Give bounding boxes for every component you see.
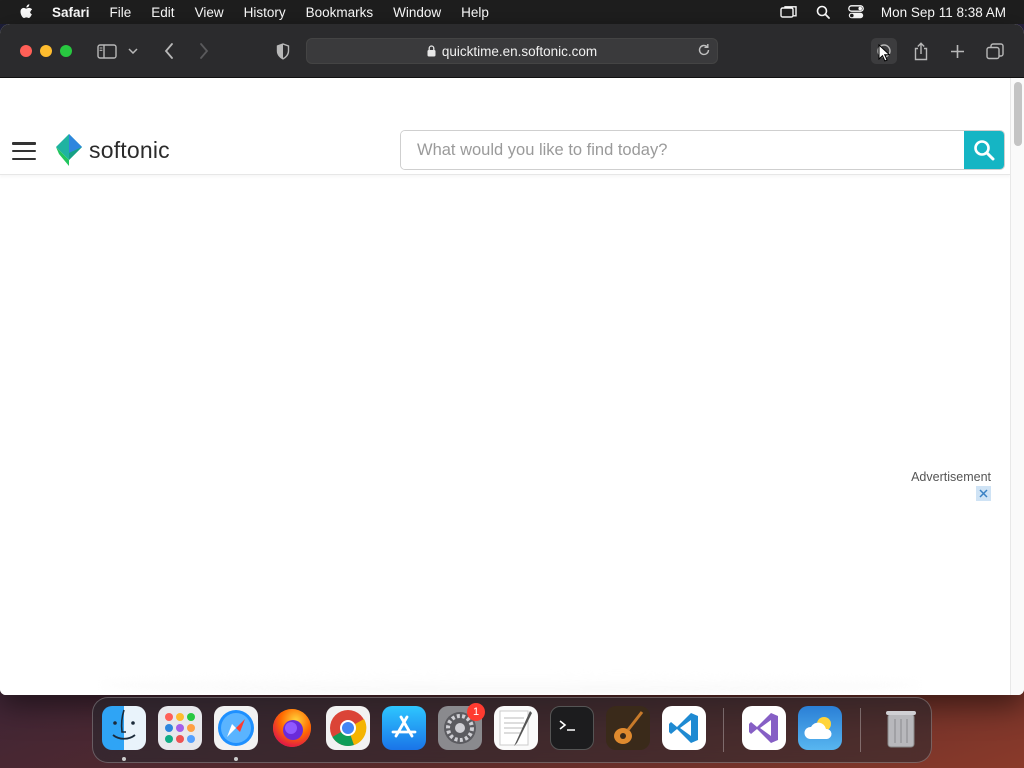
zoom-window-button[interactable] [60, 45, 72, 57]
close-icon [979, 489, 988, 498]
new-tab-icon[interactable] [944, 38, 970, 64]
apple-menu-icon[interactable] [0, 4, 52, 20]
menu-history[interactable]: History [234, 5, 296, 20]
safari-window: quicktime.en.softonic.com softonic What … [0, 24, 1024, 695]
softonic-logo[interactable]: softonic [55, 133, 170, 167]
reload-icon[interactable] [697, 43, 711, 57]
menu-window[interactable]: Window [383, 5, 451, 20]
logo-text: softonic [89, 136, 170, 163]
menu-help[interactable]: Help [451, 5, 499, 20]
web-page: softonic Advertisement [0, 78, 1010, 695]
search-bar [400, 130, 1005, 170]
hamburger-menu-icon[interactable] [12, 142, 36, 160]
screen-mirroring-icon[interactable] [771, 5, 807, 19]
safari-running-indicator [234, 757, 238, 761]
app-store-icon[interactable] [382, 706, 426, 750]
menu-edit[interactable]: Edit [141, 5, 184, 20]
launchpad-icon[interactable] [158, 706, 202, 750]
search-input[interactable] [401, 131, 964, 169]
weather-icon[interactable] [798, 706, 842, 750]
terminal-icon[interactable] [550, 706, 594, 750]
vscode-icon[interactable] [662, 706, 706, 750]
menu-clock[interactable]: Mon Sep 11 8:38 AM [873, 5, 1024, 20]
chrome-icon[interactable] [326, 706, 370, 750]
search-button[interactable] [964, 131, 1004, 169]
dock-separator [723, 708, 724, 752]
browser-toolbar: quicktime.en.softonic.com [0, 24, 1024, 78]
menu-view[interactable]: View [185, 5, 234, 20]
privacy-shield-icon[interactable] [270, 38, 296, 64]
forward-icon[interactable] [191, 38, 217, 64]
chevron-down-icon[interactable] [123, 38, 143, 64]
site-header: softonic [0, 78, 1010, 175]
garageband-icon[interactable] [606, 706, 650, 750]
trash-icon[interactable] [879, 706, 923, 750]
spotlight-search-icon[interactable] [807, 5, 839, 19]
menu-file[interactable]: File [100, 5, 142, 20]
safari-icon[interactable] [214, 706, 258, 750]
notification-badge: 1 [467, 703, 485, 721]
sidebar-toggle-icon[interactable] [94, 38, 120, 64]
scrollbar-thumb[interactable] [1014, 82, 1022, 146]
menu-app-name[interactable]: Safari [52, 5, 100, 20]
address-bar[interactable]: quicktime.en.softonic.com [306, 38, 718, 64]
ad-close-button[interactable] [976, 486, 991, 501]
mouse-cursor-icon [878, 43, 891, 67]
tab-overview-icon[interactable] [982, 38, 1008, 64]
url-text: quicktime.en.softonic.com [441, 43, 598, 59]
page-scrollbar[interactable] [1010, 78, 1024, 695]
advertisement-label: Advertisement [911, 470, 991, 484]
finder-running-indicator [122, 757, 126, 761]
dock-separator [860, 708, 861, 752]
firefox-icon[interactable] [270, 706, 314, 750]
system-preferences-icon[interactable]: 1 [438, 703, 485, 750]
minimize-window-button[interactable] [40, 45, 52, 57]
share-icon[interactable] [908, 38, 934, 64]
textedit-icon[interactable] [494, 706, 538, 750]
dock: 1 [92, 697, 932, 763]
close-window-button[interactable] [20, 45, 32, 57]
lock-icon [427, 45, 436, 57]
page-shadow [100, 675, 920, 695]
softonic-logo-icon [56, 134, 82, 166]
menu-bookmarks[interactable]: Bookmarks [296, 5, 384, 20]
visual-studio-icon[interactable] [742, 706, 786, 750]
finder-icon[interactable] [102, 706, 146, 750]
menu-bar: Safari File Edit View History Bookmarks … [0, 0, 1024, 24]
back-icon[interactable] [156, 38, 182, 64]
search-icon [974, 140, 995, 161]
control-center-icon[interactable] [839, 5, 873, 19]
